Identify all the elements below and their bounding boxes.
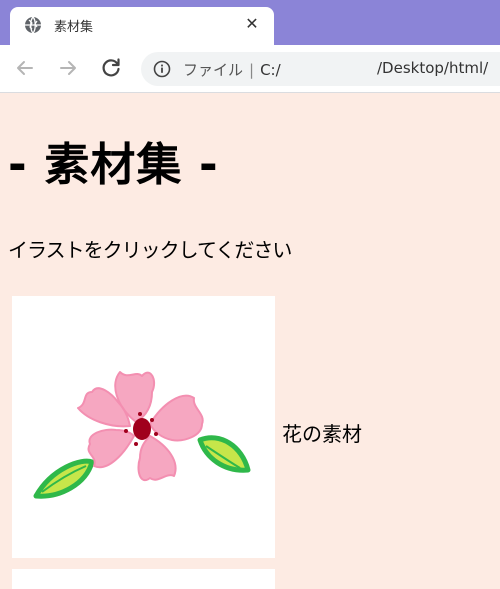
- next-illustration-link[interactable]: [12, 569, 275, 589]
- flower-illustration-link[interactable]: [12, 296, 275, 558]
- arrow-right-icon: [60, 61, 76, 75]
- browser-tab[interactable]: 素材集 ✕: [10, 7, 274, 45]
- flower-illustration: [33, 371, 251, 499]
- arrow-left-icon: [17, 61, 33, 75]
- leaf-left: [33, 458, 95, 499]
- back-button[interactable]: [12, 55, 38, 81]
- page-title: - 素材集 -: [8, 138, 219, 191]
- info-icon[interactable]: [153, 60, 171, 78]
- globe-icon: [24, 16, 42, 34]
- reload-button[interactable]: [98, 55, 124, 81]
- url-path: /Desktop/html/: [377, 59, 489, 77]
- address-separator: |: [249, 61, 255, 79]
- instruction-text: イラストをクリックしてください: [8, 238, 292, 262]
- address-bar[interactable]: ファイル | C:/ /Desktop/html/: [141, 52, 500, 86]
- close-tab-icon[interactable]: ✕: [242, 14, 262, 34]
- url-prefix: C:/: [260, 61, 281, 79]
- address-text: ファイル | C:/ /Desktop/html/: [183, 59, 488, 80]
- tab-title: 素材集: [54, 20, 94, 35]
- browser-toolbar: ファイル | C:/ /Desktop/html/: [0, 45, 500, 93]
- reload-icon: [102, 58, 120, 77]
- list-item: 花の素材: [12, 296, 492, 558]
- tab-bar: 素材集 ✕: [0, 0, 500, 45]
- forward-button[interactable]: [55, 55, 81, 81]
- leaf-right: [197, 435, 251, 473]
- item-caption: 花の素材: [282, 422, 362, 446]
- security-label: ファイル: [183, 61, 244, 79]
